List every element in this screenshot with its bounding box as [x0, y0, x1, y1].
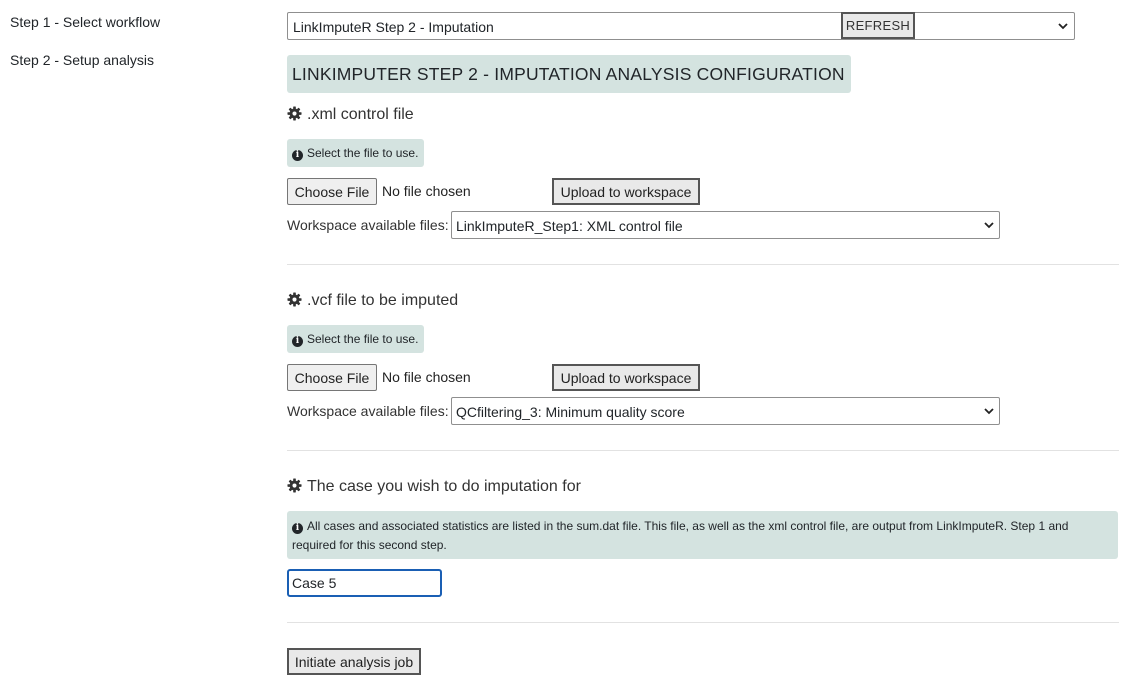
section-heading-label: .xml control file: [307, 106, 414, 123]
workflow-select-value: LinkImputeR Step 2 - Imputation: [293, 19, 494, 35]
section-heading-vcf: .vcf file to be imputed: [287, 292, 458, 310]
info-circle-icon: i: [292, 336, 303, 347]
no-file-text-vcf: No file chosen: [382, 369, 471, 385]
section-divider: [287, 450, 1119, 451]
upload-workspace-button-xml[interactable]: Upload to workspace: [552, 178, 700, 205]
workspace-files-label-xml: Workspace available files:: [287, 217, 449, 233]
workspace-files-value: QCfiltering_3: Minimum quality score: [456, 404, 685, 420]
case-input[interactable]: [287, 569, 442, 597]
section-heading-label: .vcf file to be imputed: [307, 292, 459, 309]
workspace-files-select-vcf[interactable]: QCfiltering_3: Minimum quality score: [451, 397, 1000, 425]
page-title: LINKIMPUTER STEP 2 - IMPUTATION ANALYSIS…: [287, 55, 851, 93]
gear-icon: [287, 292, 302, 307]
section-divider: [287, 264, 1119, 265]
no-file-text-xml: No file chosen: [382, 183, 471, 199]
info-text: All cases and associated statistics are …: [292, 519, 1069, 552]
info-circle-icon: i: [292, 523, 303, 534]
chevron-down-icon: [1058, 23, 1068, 30]
info-circle-icon: i: [292, 150, 303, 161]
choose-file-button-xml[interactable]: Choose File: [287, 178, 377, 205]
workspace-files-value: LinkImputeR_Step1: XML control file: [456, 218, 683, 234]
workspace-files-select-xml[interactable]: LinkImputeR_Step1: XML control file: [451, 211, 1000, 239]
gear-icon: [287, 106, 302, 121]
info-box-xml: i Select the file to use.: [287, 139, 425, 167]
initiate-analysis-button[interactable]: Initiate analysis job: [287, 648, 421, 675]
gear-icon: [287, 478, 302, 493]
section-divider: [287, 622, 1119, 623]
workflow-select[interactable]: LinkImputeR Step 2 - Imputation: [287, 12, 1075, 40]
sidebar-item-setup-analysis[interactable]: Step 2 - Setup analysis: [10, 52, 154, 68]
chevron-down-icon: [984, 408, 994, 415]
info-text: Select the file to use.: [307, 146, 419, 160]
section-heading-case: The case you wish to do imputation for: [287, 478, 581, 496]
refresh-button[interactable]: REFRESH: [841, 12, 915, 39]
info-box-vcf: i Select the file to use.: [287, 325, 425, 353]
section-heading-label: The case you wish to do imputation for: [307, 478, 581, 495]
info-text: Select the file to use.: [307, 332, 419, 346]
workspace-files-label-vcf: Workspace available files:: [287, 403, 449, 419]
info-box-case: i All cases and associated statistics are…: [287, 511, 1118, 559]
upload-workspace-button-vcf[interactable]: Upload to workspace: [552, 364, 700, 391]
section-heading-xml: .xml control file: [287, 106, 414, 124]
workflow-selector-row: LinkImputeR Step 2 - Imputation REFRESH: [287, 12, 1075, 40]
chevron-down-icon: [984, 222, 994, 229]
choose-file-button-vcf[interactable]: Choose File: [287, 364, 377, 391]
sidebar-item-select-workflow[interactable]: Step 1 - Select workflow: [10, 14, 160, 30]
